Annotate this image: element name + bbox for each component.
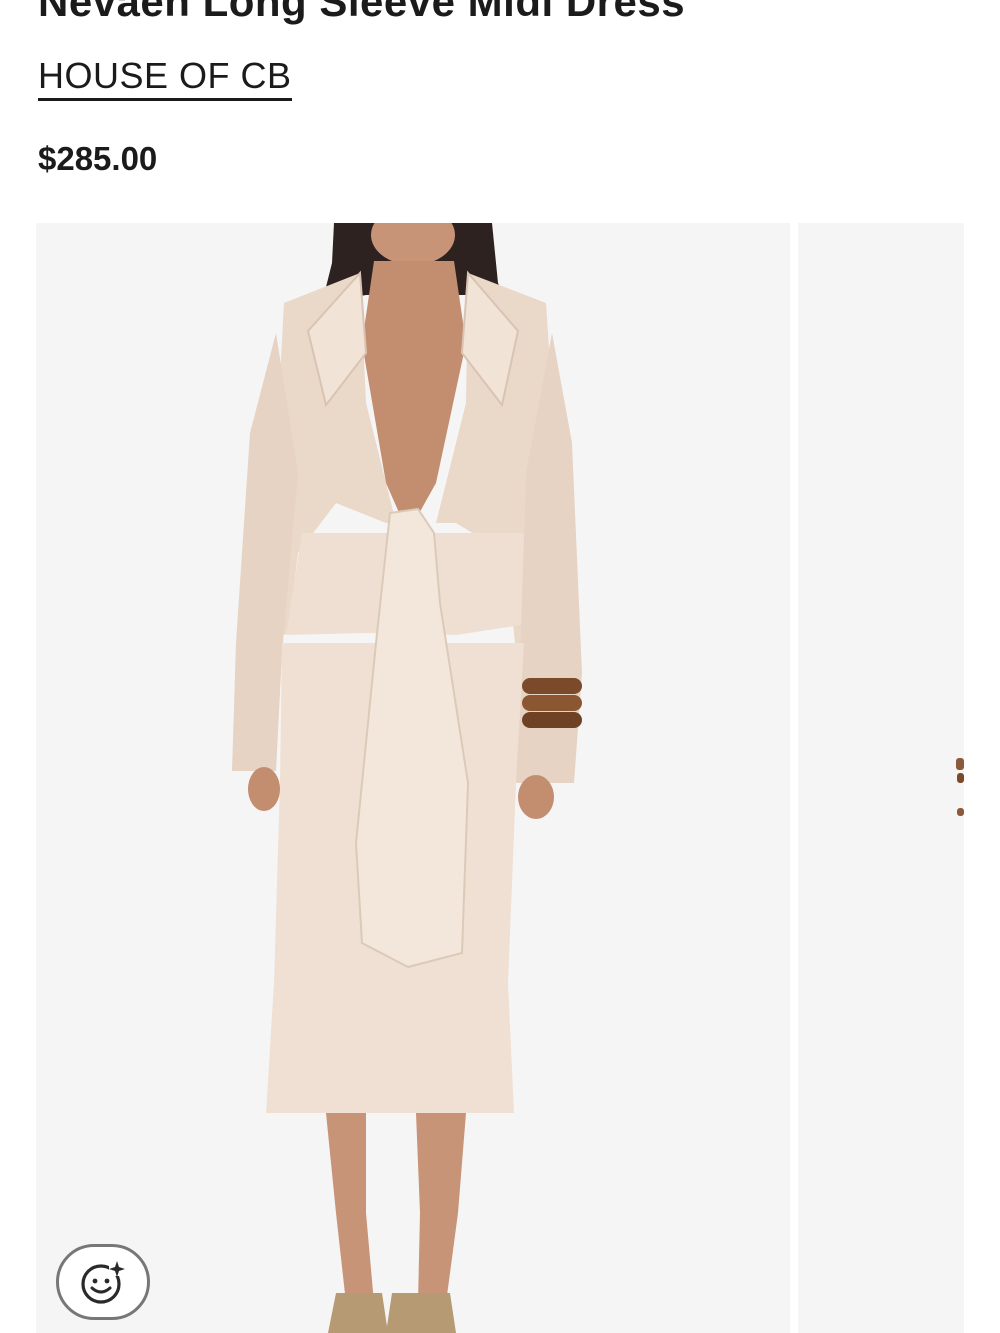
product-photo (232, 223, 582, 1333)
product-price: $285.00 (38, 140, 158, 177)
gallery-slide-main[interactable] (36, 223, 790, 1333)
image-gallery[interactable] (36, 223, 1000, 1333)
product-page: Nevaeh Long Sleeve Midi Dress HOUSE OF C… (0, 0, 1000, 1333)
product-photo-next (956, 758, 964, 816)
brand-link[interactable]: HOUSE OF CB (38, 56, 292, 101)
virtual-try-on-button[interactable] (56, 1244, 150, 1320)
face-sparkle-icon (81, 1260, 125, 1304)
gallery-slide-next[interactable] (798, 223, 964, 1333)
product-title: Nevaeh Long Sleeve Midi Dress (38, 0, 686, 25)
